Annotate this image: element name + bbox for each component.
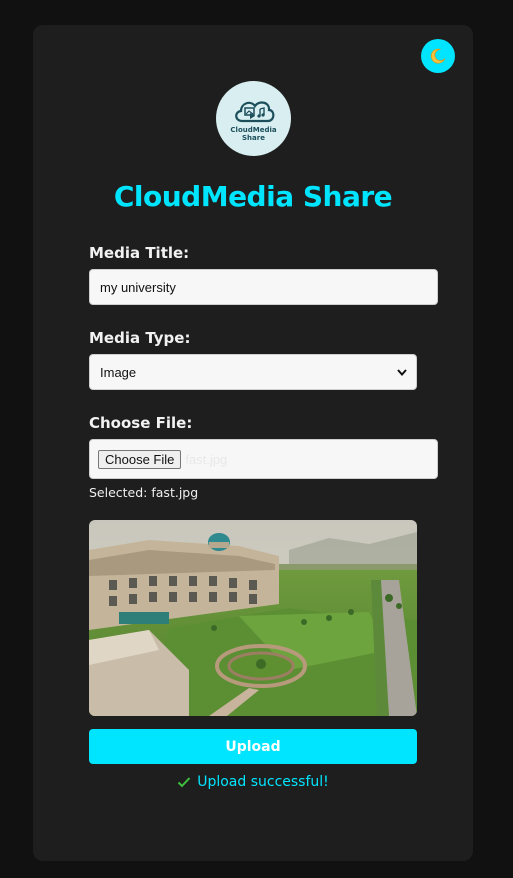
moon-icon — [430, 48, 446, 64]
app-title: CloudMedia Share — [113, 180, 393, 213]
media-type-value: Image — [100, 364, 137, 380]
media-title-label: Media Title: — [89, 244, 190, 262]
status-message: Upload successful! — [33, 774, 473, 790]
choose-file-button[interactable]: Choose File — [98, 449, 182, 469]
status-text: Upload successful! — [197, 774, 329, 790]
chevron-down-icon — [397, 369, 407, 377]
app-logo: CloudMedia Share — [216, 81, 291, 156]
file-name-text: fast.jpg — [185, 451, 228, 467]
media-title-input[interactable] — [89, 269, 438, 305]
cloud-media-icon — [234, 101, 274, 123]
file-input[interactable]: Choose File fast.jpg — [89, 439, 438, 479]
upload-button[interactable]: Upload — [89, 729, 417, 764]
choose-file-label: Choose File: — [89, 414, 193, 432]
upload-card: CloudMedia Share CloudMedia Share Media … — [33, 25, 473, 861]
campus-photo — [89, 520, 417, 716]
media-type-select[interactable]: Image — [89, 354, 417, 390]
check-icon — [177, 777, 191, 788]
logo-text: CloudMedia Share — [230, 126, 277, 142]
selected-file-text: Selected: fast.jpg — [89, 485, 199, 500]
media-type-label: Media Type: — [89, 329, 191, 347]
image-preview — [89, 520, 417, 716]
theme-toggle-button[interactable] — [421, 39, 455, 73]
